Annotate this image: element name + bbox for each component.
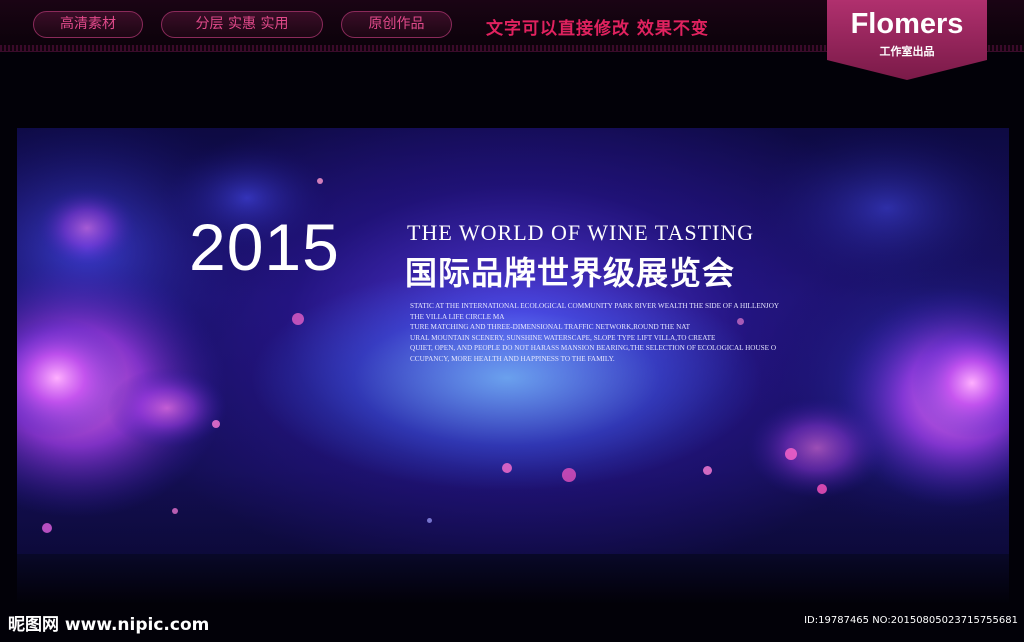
body-line: URAL MOUNTAIN SCENERY, SUNSHINE WATERSCA… (410, 333, 716, 342)
tag-layered: 分层 实惠 实用 (161, 11, 323, 38)
bokeh-dot (562, 468, 576, 482)
logo-subtitle: 工作室出品 (879, 45, 935, 58)
bokeh-dot (502, 463, 512, 473)
logo-title: Flomers (850, 8, 964, 40)
image-id-text: ID:19787465 NO:20150805023715755681 (804, 615, 1018, 626)
body-line: CCUPANCY, MORE HEALTH AND HAPPINESS TO T… (410, 354, 615, 363)
bokeh-dot (817, 484, 827, 494)
bokeh-dot (212, 420, 220, 428)
chinese-title: 国际品牌世界级展览会 (405, 254, 736, 292)
english-title: THE WORLD OF WINE TASTING (407, 220, 755, 245)
bokeh-dot (292, 313, 304, 325)
exhibition-banner: 2015 THE WORLD OF WINE TASTING 国际品牌世界级展览… (17, 128, 1009, 554)
bokeh-dot (427, 518, 432, 523)
tag-hd-material: 高清素材 (33, 11, 143, 38)
bokeh-dot (172, 508, 178, 514)
banner-reflection (17, 554, 1009, 604)
bokeh-dot (42, 523, 52, 533)
body-line: THE VILLA LIFE CIRCLE MA (410, 312, 505, 321)
studio-logo: Flomers 工作室出品 (827, 0, 987, 80)
bokeh-dot (317, 178, 323, 184)
body-line: TURE MATCHING AND THREE-DIMENSIONAL TRAF… (410, 323, 691, 332)
bokeh-dot (703, 466, 712, 475)
watermark-text: 昵图网 www.nipic.com (8, 615, 210, 635)
tag-original: 原创作品 (341, 11, 452, 38)
body-line: QUIET, OPEN, AND PEOPLE DO NOT HARASS MA… (410, 344, 777, 353)
body-line: STATIC AT THE INTERNATIONAL ECOLOGICAL C… (410, 302, 780, 310)
bokeh-dot (785, 448, 797, 460)
slogan-text: 文字可以直接修改 效果不变 (486, 19, 709, 39)
year-heading: 2015 (189, 210, 340, 284)
body-paragraph: STATIC AT THE INTERNATIONAL ECOLOGICAL C… (410, 301, 810, 365)
